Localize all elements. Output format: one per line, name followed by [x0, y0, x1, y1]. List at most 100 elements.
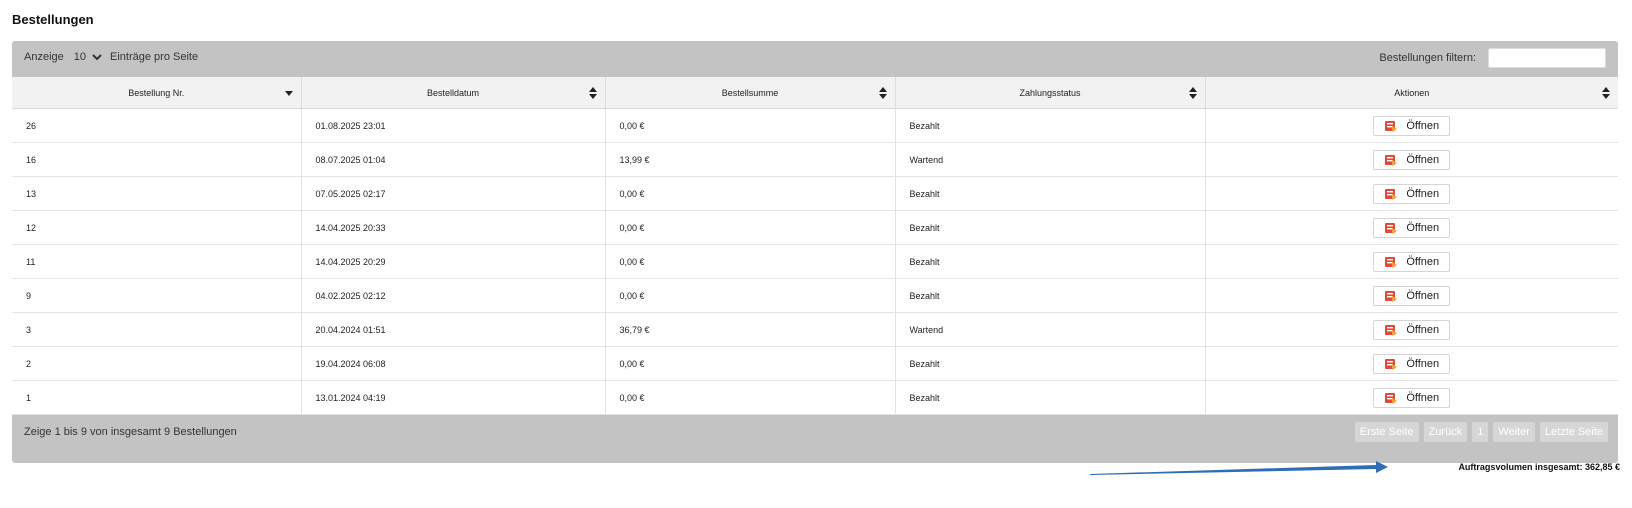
open-order-button[interactable]: Öffnen	[1373, 115, 1451, 136]
order-date-cell: 19.04.2024 06:08	[301, 346, 606, 381]
actions-cell: Öffnen	[1205, 108, 1618, 143]
table-row: 11 14.04.2025 20:29 0,00 € Bezahlt Öffnen	[12, 244, 1618, 279]
length-suffix: Einträge pro Seite	[110, 51, 199, 63]
column-header-summe[interactable]: Bestellsumme	[605, 77, 896, 109]
column-header-nr[interactable]: Bestellung Nr.	[12, 77, 302, 109]
table-row: 2 19.04.2024 06:08 0,00 € Bezahlt Öffnen	[12, 346, 1618, 381]
open-order-label: Öffnen	[1406, 289, 1440, 302]
open-order-label: Öffnen	[1406, 153, 1440, 166]
previous-page-button[interactable]: Zurück	[1423, 422, 1468, 442]
actions-cell: Öffnen	[1205, 176, 1618, 211]
table-row: 12 14.04.2025 20:33 0,00 € Bezahlt Öffnen	[12, 210, 1618, 245]
open-order-button[interactable]: Öffnen	[1373, 217, 1451, 238]
open-order-icon	[1385, 290, 1398, 302]
filter-input[interactable]	[1488, 48, 1606, 68]
open-order-icon	[1385, 154, 1398, 166]
table-row: 3 20.04.2024 01:51 36,79 € Wartend Öffnen	[12, 312, 1618, 347]
chevron-down-icon[interactable]	[90, 51, 104, 63]
open-order-label: Öffnen	[1406, 221, 1440, 234]
order-total-cell: 13,99 €	[605, 142, 896, 177]
open-order-button[interactable]: Öffnen	[1373, 387, 1451, 408]
open-order-icon	[1385, 324, 1398, 336]
order-number-cell: 3	[12, 312, 302, 347]
open-order-label: Öffnen	[1406, 391, 1440, 404]
length-prefix: Anzeige	[24, 51, 64, 63]
payment-status-cell: Wartend	[895, 142, 1206, 177]
open-order-button[interactable]: Öffnen	[1373, 251, 1451, 272]
open-order-icon	[1385, 256, 1398, 268]
open-order-icon	[1385, 222, 1398, 234]
order-date-cell: 14.04.2025 20:33	[301, 210, 606, 245]
table-row: 1 13.01.2024 04:19 0,00 € Bezahlt Öffnen	[12, 380, 1618, 415]
column-header-status[interactable]: Zahlungsstatus	[895, 77, 1206, 109]
order-volume-total: Auftragsvolumen insgesamt: 362,85 €	[1458, 462, 1620, 472]
open-order-button[interactable]: Öffnen	[1373, 183, 1451, 204]
open-order-label: Öffnen	[1406, 323, 1440, 336]
table-row: 13 07.05.2025 02:17 0,00 € Bezahlt Öffnen	[12, 176, 1618, 211]
orders-table: Bestellung Nr. Bestelldatum Bestellsumme…	[12, 77, 1618, 415]
column-label: Bestellung Nr.	[128, 87, 185, 98]
length-select[interactable]: 10	[74, 51, 86, 63]
open-order-icon	[1385, 392, 1398, 404]
open-order-icon	[1385, 358, 1398, 370]
column-header-aktionen[interactable]: Aktionen	[1205, 77, 1618, 109]
order-number-cell: 26	[12, 108, 302, 143]
order-number-cell: 12	[12, 210, 302, 245]
first-page-button[interactable]: Erste Seite	[1354, 422, 1419, 442]
order-date-cell: 20.04.2024 01:51	[301, 312, 606, 347]
order-date-cell: 07.05.2025 02:17	[301, 176, 606, 211]
order-number-cell: 1	[12, 380, 302, 415]
payment-status-cell: Bezahlt	[895, 108, 1206, 143]
actions-cell: Öffnen	[1205, 278, 1618, 313]
page-1-button[interactable]: 1	[1472, 422, 1489, 442]
open-order-label: Öffnen	[1406, 187, 1440, 200]
order-date-cell: 13.01.2024 04:19	[301, 380, 606, 415]
order-date-cell: 14.04.2025 20:29	[301, 244, 606, 279]
order-total-cell: 0,00 €	[605, 108, 896, 143]
order-number-cell: 11	[12, 244, 302, 279]
open-order-button[interactable]: Öffnen	[1373, 149, 1451, 170]
sort-desc-icon	[284, 90, 293, 96]
table-footer: Zeige 1 bis 9 von insgesamt 9 Bestellung…	[12, 415, 1618, 450]
order-total-cell: 0,00 €	[605, 380, 896, 415]
order-date-cell: 04.02.2025 02:12	[301, 278, 606, 313]
open-order-button[interactable]: Öffnen	[1373, 353, 1451, 374]
column-header-datum[interactable]: Bestelldatum	[301, 77, 606, 109]
actions-cell: Öffnen	[1205, 142, 1618, 177]
table-toolbar: Anzeige 10 Einträge pro Seite Bestellung…	[12, 41, 1618, 77]
sort-icon	[1602, 86, 1610, 99]
payment-status-cell: Wartend	[895, 312, 1206, 347]
order-date-cell: 08.07.2025 01:04	[301, 142, 606, 177]
open-order-label: Öffnen	[1406, 119, 1440, 132]
filter-label: Bestellungen filtern:	[1379, 52, 1476, 64]
sort-icon	[588, 86, 597, 99]
order-total-cell: 0,00 €	[605, 176, 896, 211]
sort-icon	[1188, 86, 1197, 99]
order-number-cell: 16	[12, 142, 302, 177]
open-order-button[interactable]: Öffnen	[1373, 285, 1451, 306]
last-page-button[interactable]: Letzte Seite	[1539, 422, 1608, 442]
page-title: Bestellungen	[12, 12, 94, 27]
actions-cell: Öffnen	[1205, 244, 1618, 279]
column-label: Bestellsumme	[721, 87, 779, 98]
column-label: Aktionen	[1394, 87, 1430, 98]
table-row: 9 04.02.2025 02:12 0,00 € Bezahlt Öffnen	[12, 278, 1618, 313]
column-label: Bestelldatum	[426, 87, 480, 98]
open-order-button[interactable]: Öffnen	[1373, 319, 1451, 340]
actions-cell: Öffnen	[1205, 346, 1618, 381]
pointer-arrow	[1090, 461, 1388, 475]
length-control: Anzeige 10 Einträge pro Seite	[24, 51, 198, 63]
next-page-button[interactable]: Weiter	[1493, 422, 1535, 442]
open-order-icon	[1385, 120, 1398, 132]
order-total-cell: 0,00 €	[605, 346, 896, 381]
column-label: Zahlungsstatus	[1019, 87, 1081, 98]
actions-cell: Öffnen	[1205, 380, 1618, 415]
open-order-icon	[1385, 188, 1398, 200]
order-total-cell: 36,79 €	[605, 312, 896, 347]
sort-icon	[878, 86, 887, 99]
table-row: 26 01.08.2025 23:01 0,00 € Bezahlt Öffnen	[12, 108, 1618, 143]
payment-status-cell: Bezahlt	[895, 210, 1206, 245]
open-order-label: Öffnen	[1406, 255, 1440, 268]
order-total-cell: 0,00 €	[605, 278, 896, 313]
payment-status-cell: Bezahlt	[895, 346, 1206, 381]
